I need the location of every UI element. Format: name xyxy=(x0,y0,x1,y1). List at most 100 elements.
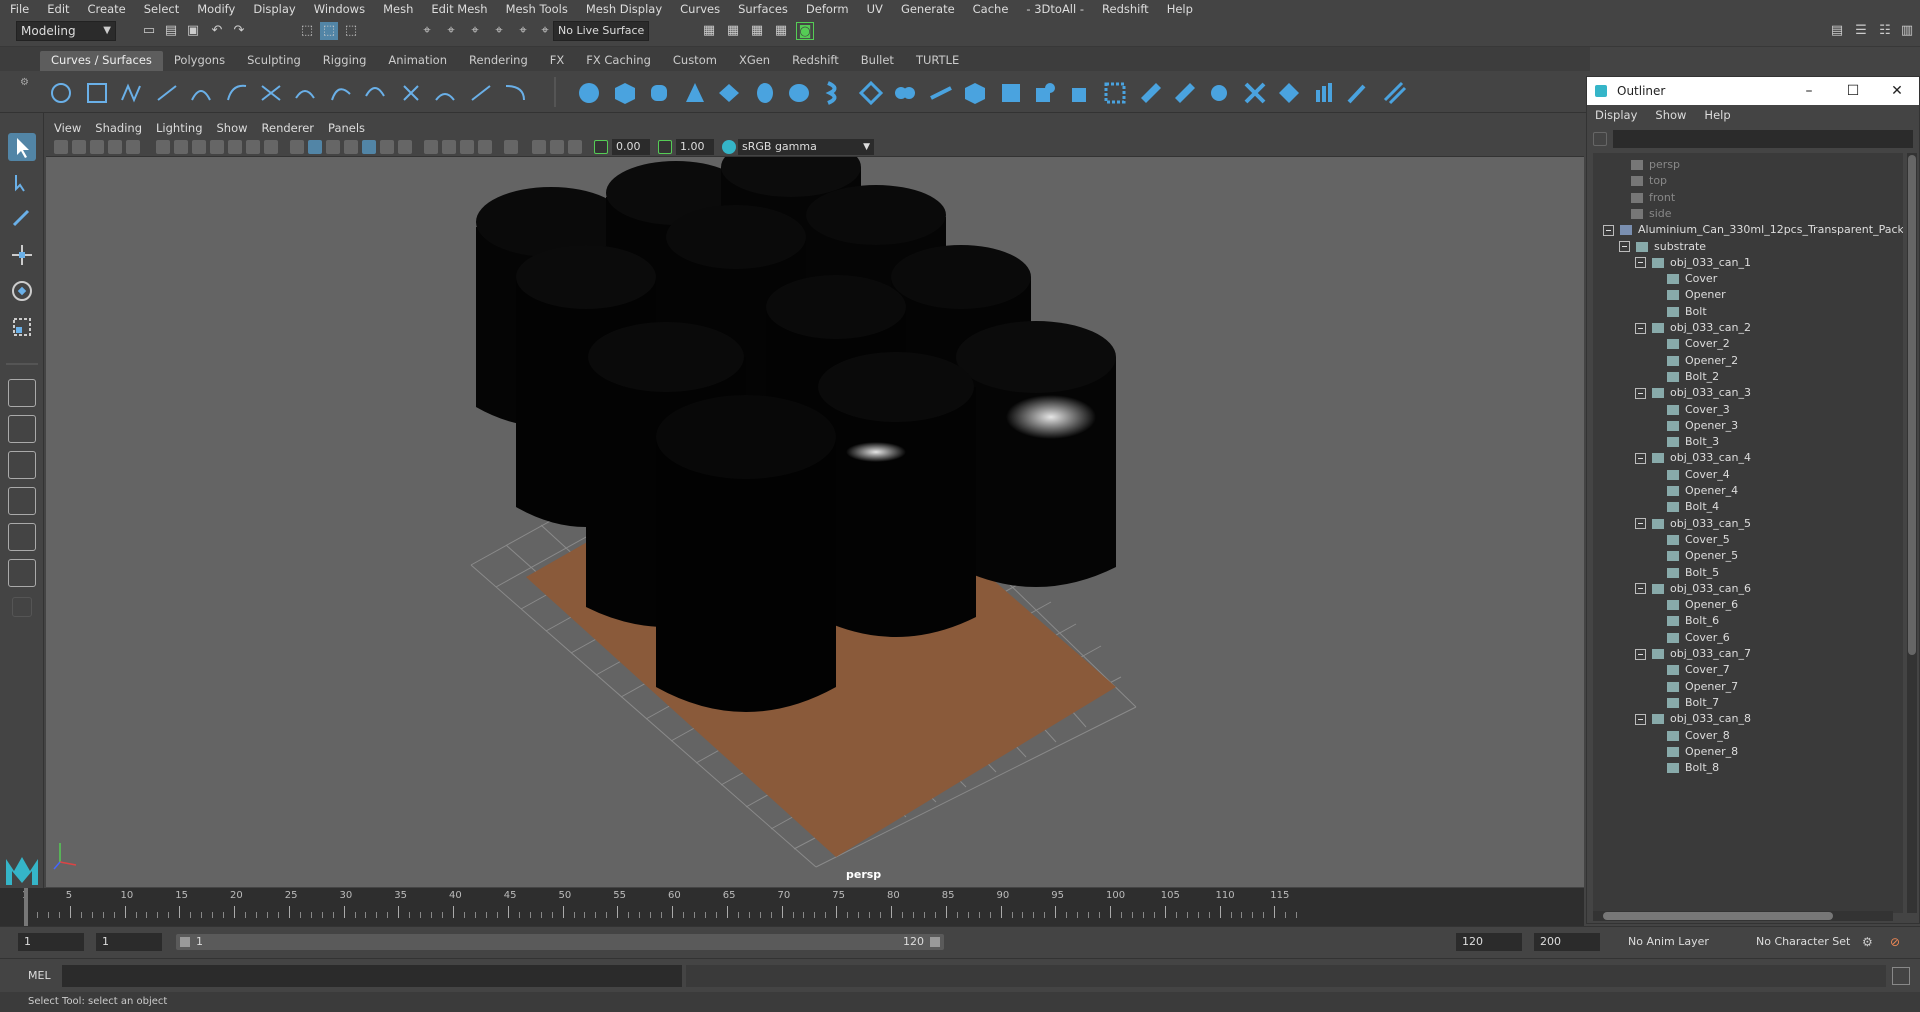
nurbs-cube-icon[interactable] xyxy=(612,80,638,106)
persp-hypershade-layout-icon[interactable] xyxy=(8,523,36,551)
menu-deform[interactable]: Deform xyxy=(806,2,849,16)
resolution-gate-icon[interactable] xyxy=(192,140,206,154)
anim-prefs-icon[interactable]: ⚙ xyxy=(1862,935,1878,951)
range-slider[interactable]: 1 120 xyxy=(176,934,944,950)
shelf-tab-xgen[interactable]: XGen xyxy=(728,51,781,71)
menu-file[interactable]: File xyxy=(10,2,29,16)
shelf-tab-turtle[interactable]: TURTLE xyxy=(905,51,970,71)
shelf-tab-bullet[interactable]: Bullet xyxy=(850,51,905,71)
loft-icon[interactable] xyxy=(822,80,848,106)
boundary-icon[interactable] xyxy=(962,80,988,106)
exposure-toggle-icon[interactable] xyxy=(594,140,608,154)
render-settings-icon[interactable]: ▦ xyxy=(700,22,718,40)
shelf-tab-rigging[interactable]: Rigging xyxy=(312,51,378,71)
menu-edit-mesh[interactable]: Edit Mesh xyxy=(431,2,487,16)
collapse-icon[interactable] xyxy=(1635,257,1646,269)
extrude-icon[interactable] xyxy=(892,80,918,106)
panel-menu-panels[interactable]: Panels xyxy=(328,121,365,135)
outliner-menu-display[interactable]: Display xyxy=(1595,108,1637,122)
menu-display[interactable]: Display xyxy=(253,2,295,16)
redo-icon[interactable]: ↷ xyxy=(230,22,248,40)
view-transform-dropdown[interactable]: sRGB gamma ▼ xyxy=(738,139,874,155)
layout-options-icon[interactable] xyxy=(12,597,32,617)
range-handle-start[interactable] xyxy=(180,937,190,947)
anti-aliasing-icon[interactable] xyxy=(442,140,456,154)
menu-uv[interactable]: UV xyxy=(867,2,883,16)
playback-start-field[interactable]: 1 xyxy=(96,933,162,951)
ambient-occlusion-icon[interactable] xyxy=(398,140,412,154)
outliner-menu-help[interactable]: Help xyxy=(1704,108,1730,122)
revolve-icon[interactable] xyxy=(786,80,812,106)
menu-mesh-display[interactable]: Mesh Display xyxy=(586,2,662,16)
extend-curve-icon[interactable] xyxy=(398,80,424,106)
panel-menu-shading[interactable]: Shading xyxy=(95,121,142,135)
live-surface-field[interactable]: No Live Surface xyxy=(553,21,649,41)
four-view-layout-icon[interactable] xyxy=(8,415,36,443)
nurbs-plane-icon[interactable] xyxy=(716,80,742,106)
nurbs-torus-icon[interactable] xyxy=(752,80,778,106)
rebuild-surface-icon[interactable] xyxy=(1346,80,1372,106)
rotate-tool-icon[interactable] xyxy=(8,277,36,305)
gamma-field[interactable]: 1.00 xyxy=(676,139,714,155)
pencil-curve-icon[interactable] xyxy=(188,80,214,106)
collapse-icon[interactable] xyxy=(1635,713,1646,725)
nurbs-cylinder-icon[interactable] xyxy=(646,80,672,106)
menu-select[interactable]: Select xyxy=(144,2,179,16)
xray-joints-icon[interactable] xyxy=(532,140,546,154)
sculpt-geometry-icon[interactable] xyxy=(1312,80,1338,106)
paint-select-icon[interactable] xyxy=(8,205,36,233)
detach-surfaces-icon[interactable] xyxy=(1242,80,1268,106)
depth-of-field-icon[interactable] xyxy=(460,140,474,154)
nurbs-square-icon[interactable] xyxy=(84,80,110,106)
anim-layer-dropdown[interactable]: No Anim Layer xyxy=(1622,933,1732,951)
use-all-lights-icon[interactable] xyxy=(362,140,376,154)
camera-select-icon[interactable] xyxy=(54,140,68,154)
birail-icon[interactable] xyxy=(928,80,954,106)
xray-icon[interactable] xyxy=(478,140,492,154)
lasso-tool-icon[interactable] xyxy=(8,169,36,197)
collapse-icon[interactable] xyxy=(1635,518,1646,530)
script-language-label[interactable]: MEL xyxy=(28,969,51,982)
project-curve-icon[interactable] xyxy=(1068,80,1094,106)
gear-icon[interactable]: ⚙ xyxy=(20,77,30,107)
outliner-menu-show[interactable]: Show xyxy=(1655,108,1686,122)
time-slider[interactable]: 1510152025303540455055606570758085909510… xyxy=(0,888,1584,926)
outliner-horizontal-scrollbar[interactable] xyxy=(1593,911,1893,921)
intersect-icon[interactable] xyxy=(1102,80,1128,106)
animation-end-field[interactable]: 200 xyxy=(1534,933,1600,951)
color-management-icon[interactable] xyxy=(722,140,736,154)
persp-outliner-layout-icon[interactable] xyxy=(8,451,36,479)
film-gate-icon[interactable] xyxy=(174,140,188,154)
detach-curves-icon[interactable] xyxy=(328,80,354,106)
grid-toggle-icon[interactable] xyxy=(156,140,170,154)
shelf-tab-polygons[interactable]: Polygons xyxy=(163,51,236,71)
panel-menu-lighting[interactable]: Lighting xyxy=(156,121,202,135)
playback-end-field[interactable]: 120 xyxy=(1456,933,1522,951)
gamma-toggle-icon[interactable] xyxy=(658,140,672,154)
wireframe-on-shaded-icon[interactable] xyxy=(326,140,340,154)
panel-menu-view[interactable]: View xyxy=(54,121,81,135)
menu-windows[interactable]: Windows xyxy=(314,2,365,16)
shadows-icon[interactable] xyxy=(380,140,394,154)
bevel-icon[interactable] xyxy=(1032,80,1058,106)
wireframe-icon[interactable] xyxy=(290,140,304,154)
outliner-vertical-scrollbar[interactable] xyxy=(1907,153,1917,913)
snap-surface-icon[interactable]: ⌖ xyxy=(514,22,532,40)
gate-mask-icon[interactable] xyxy=(210,140,224,154)
bookmark-icon[interactable] xyxy=(90,140,104,154)
menu-help[interactable]: Help xyxy=(1167,2,1193,16)
shelf-tab-fx-caching[interactable]: FX Caching xyxy=(575,51,662,71)
collapse-icon[interactable] xyxy=(1635,583,1646,595)
nurbs-circle-icon[interactable] xyxy=(48,80,74,106)
scroll-thumb[interactable] xyxy=(1603,912,1833,920)
snap-vertex-icon[interactable]: ⌖ xyxy=(536,22,554,40)
shelf-tab-sculpting[interactable]: Sculpting xyxy=(236,51,312,71)
new-scene-icon[interactable]: ▭ xyxy=(140,22,158,40)
backface-icon[interactable] xyxy=(568,140,582,154)
render-view-icon[interactable]: ▦ xyxy=(724,22,742,40)
collapse-icon[interactable] xyxy=(1635,322,1646,334)
tool-settings-icon[interactable]: ☷ xyxy=(1876,22,1894,40)
outliner-search-input[interactable] xyxy=(1613,130,1913,148)
offset-curve-icon[interactable] xyxy=(432,80,458,106)
custom-layout-icon[interactable] xyxy=(8,559,36,587)
